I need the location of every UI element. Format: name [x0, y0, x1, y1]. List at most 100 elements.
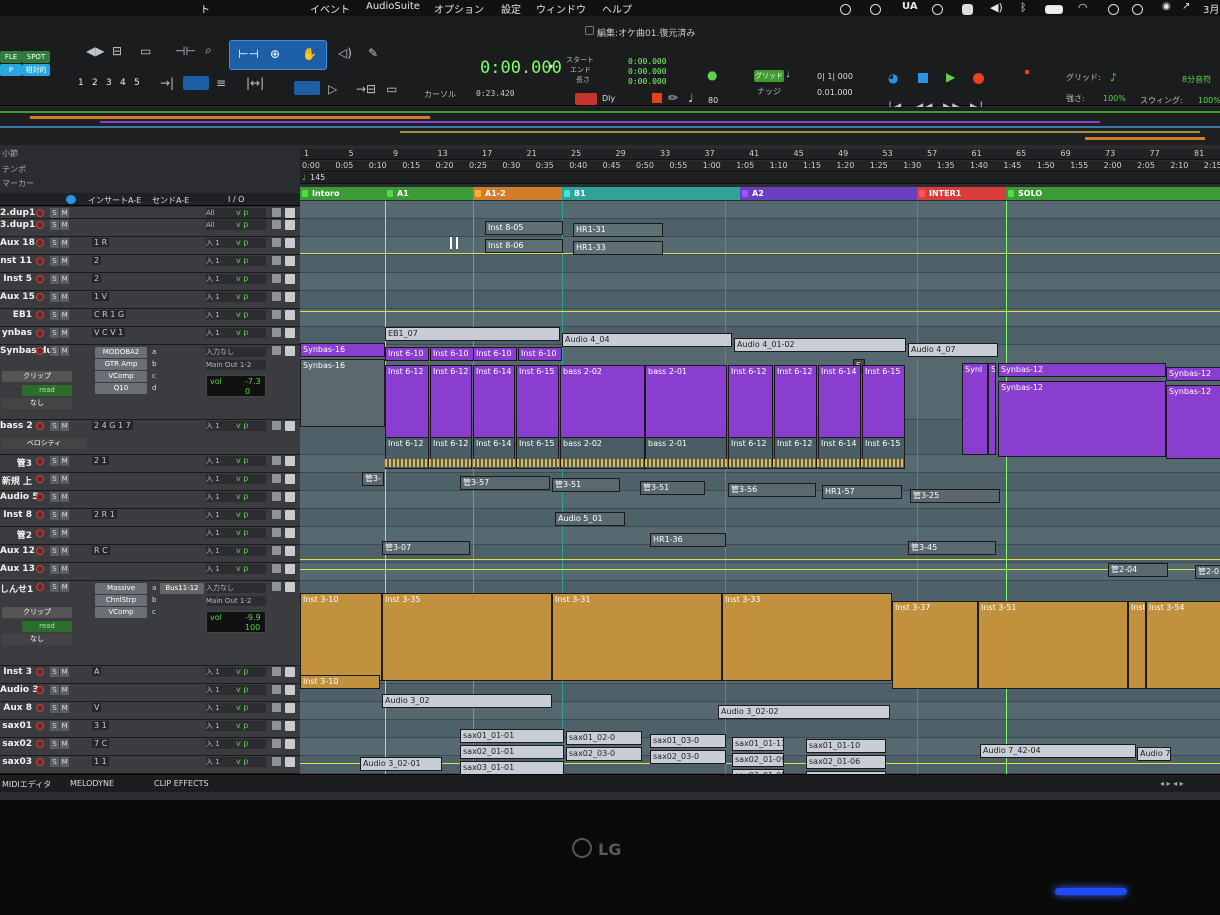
track-view-icon[interactable] — [285, 582, 295, 592]
track-state-indicator[interactable] — [272, 421, 281, 430]
output-selector[interactable]: Main Out 1-2 — [206, 360, 266, 370]
track-name[interactable]: sax02 — [0, 739, 32, 749]
play-button[interactable]: ▶ — [946, 70, 955, 84]
track-view-icon[interactable] — [285, 703, 295, 713]
clip[interactable]: Audio 4_04 — [562, 333, 732, 347]
track-state-indicator[interactable] — [272, 528, 281, 537]
track-state-indicator[interactable] — [272, 256, 281, 265]
mute-button[interactable]: M — [60, 546, 69, 556]
clip[interactable]: Inst 3-54 — [1146, 601, 1220, 689]
track-state-indicator[interactable] — [272, 757, 281, 766]
clip[interactable]: Audio 3_02-01 — [360, 757, 442, 771]
clip[interactable]: Inst 6-10 — [518, 347, 562, 361]
track-header[interactable]: Aux 18 S M 1 R入 1v p — [0, 237, 300, 255]
bars-ruler[interactable]: 1 5 9 13 17 21 25 29 33 37 41 45 49 53 57 61 65 69 73 77 81 — [300, 149, 1220, 160]
mute-button[interactable]: M — [60, 346, 69, 356]
clip[interactable]: sax02_01-06 — [806, 755, 886, 769]
record-arm-button[interactable] — [36, 239, 44, 247]
record-arm-button[interactable] — [36, 347, 44, 355]
record-arm-button[interactable] — [36, 311, 44, 319]
track-header[interactable]: sax02 S M 7 C入 1v p — [0, 738, 300, 756]
record-arm-button[interactable] — [36, 257, 44, 265]
clip[interactable]: Inst 3-35 — [382, 593, 552, 681]
grid-number[interactable]: 2 — [92, 78, 98, 88]
track-name[interactable]: 管2 — [0, 528, 32, 541]
grabber-tool-icon[interactable]: ✋ — [302, 47, 317, 61]
mute-button[interactable]: M — [60, 703, 69, 713]
swing-value[interactable]: 100% — [1198, 96, 1220, 105]
track-state-indicator[interactable] — [272, 667, 281, 676]
clip[interactable]: Audio 7_42-04 — [980, 744, 1136, 758]
loop-icon[interactable]: ▭ — [386, 82, 397, 96]
solo-button[interactable]: S — [50, 546, 59, 556]
clip[interactable]: Synbas-16 — [300, 343, 385, 357]
none-button[interactable]: なし — [2, 398, 72, 409]
clip[interactable]: Inst 3-51 — [978, 601, 1128, 689]
clip[interactable]: Inst — [1128, 601, 1146, 689]
track-header[interactable]: Inst 8SM2 R 1入 1v p — [0, 509, 300, 527]
track-name[interactable]: Audio 3 — [0, 685, 38, 695]
track-view-icon[interactable] — [285, 456, 295, 466]
track-name[interactable]: ynbas — [0, 328, 32, 338]
insert-slot[interactable]: 2 4 G 1 7 — [92, 421, 133, 430]
insert-slot[interactable]: V — [92, 703, 102, 712]
volume-icon[interactable]: ◀) — [990, 1, 1003, 14]
clip[interactable]: sax02_03-0 — [566, 747, 642, 761]
tempo-ruler[interactable]: ♩ 145 — [300, 173, 1220, 184]
solo-button[interactable]: S — [50, 757, 59, 767]
clip[interactable]: HR1-31 — [573, 223, 663, 237]
track-header[interactable]: EB1 S M C R 1 G入 1v p — [0, 309, 300, 327]
solo-button[interactable]: S — [50, 667, 59, 677]
track-name[interactable]: Aux 13 — [0, 564, 35, 574]
track-view-icon[interactable] — [285, 208, 295, 218]
mute-button[interactable]: M — [60, 328, 69, 338]
track-view-icon[interactable] — [285, 292, 295, 302]
track-name[interactable]: nst 11 — [0, 256, 32, 266]
track-state-indicator[interactable] — [272, 346, 281, 355]
track-view-icon[interactable] — [285, 328, 295, 338]
clip[interactable]: sax01_03-0 — [650, 734, 726, 748]
track-view-icon[interactable] — [285, 421, 295, 431]
insert-slot[interactable]: V C V 1 — [92, 328, 126, 337]
clip[interactable]: 管2-0 — [1195, 565, 1220, 579]
track-name[interactable]: Inst 3 — [0, 667, 32, 677]
clip[interactable]: Inst 6-12 — [728, 365, 773, 447]
track-lane[interactable] — [300, 563, 1220, 581]
track-state-indicator[interactable] — [272, 238, 281, 247]
mute-button[interactable]: M — [60, 510, 69, 520]
grid-button[interactable]: グリッド — [754, 70, 784, 82]
solo-button[interactable]: S — [50, 456, 59, 466]
mute-button[interactable]: M — [60, 256, 69, 266]
clip[interactable]: sax02_01-01 — [460, 745, 564, 759]
grid-note[interactable]: 8分音符 — [1182, 74, 1211, 85]
marker-ruler[interactable]: Intoro A1 A1-2 B1 A2 INTER1 SOLO — [300, 187, 1220, 200]
insert-slot[interactable]: A — [92, 667, 102, 676]
status-icon[interactable] — [840, 4, 851, 15]
solo-button[interactable]: S — [50, 256, 59, 266]
solo-button[interactable]: S — [50, 292, 59, 302]
track-view-icon[interactable] — [285, 528, 295, 538]
track-state-indicator[interactable] — [272, 310, 281, 319]
clip[interactable]: HR1-36 — [650, 533, 726, 547]
clip[interactable]: Inst 3-33 — [722, 593, 892, 681]
grid-value[interactable]: 0| 1| 000 — [817, 72, 853, 81]
track-state-indicator[interactable] — [272, 739, 281, 748]
track-lane[interactable] — [300, 720, 1220, 738]
tab-midi-editor[interactable]: MIDIエディタ — [2, 779, 51, 790]
track-view-icon[interactable] — [285, 739, 295, 749]
mute-button[interactable]: M — [60, 528, 69, 538]
keyboard-focus-icon[interactable]: |↔| — [246, 76, 264, 90]
track-header[interactable]: 3.dup1 S M All v p — [0, 219, 300, 237]
strength-value[interactable]: 100% — [1103, 94, 1126, 103]
tab-to-transient-icon[interactable]: →| — [160, 76, 174, 90]
marker[interactable]: A2 — [740, 187, 917, 200]
plugin-slot[interactable]: VComp — [95, 607, 147, 618]
solo-button[interactable]: S — [50, 328, 59, 338]
selector-tool-icon[interactable]: ⊕ — [270, 47, 280, 61]
clip[interactable]: 管3-51 — [640, 481, 705, 495]
input-selector[interactable]: 入力なし — [206, 347, 266, 357]
menu-item[interactable]: ヘルプ — [602, 1, 632, 16]
input-source[interactable]: UA — [902, 1, 918, 12]
track-header[interactable]: Inst 5SM2入 1v p — [0, 273, 300, 291]
record-arm-button[interactable] — [36, 547, 44, 555]
